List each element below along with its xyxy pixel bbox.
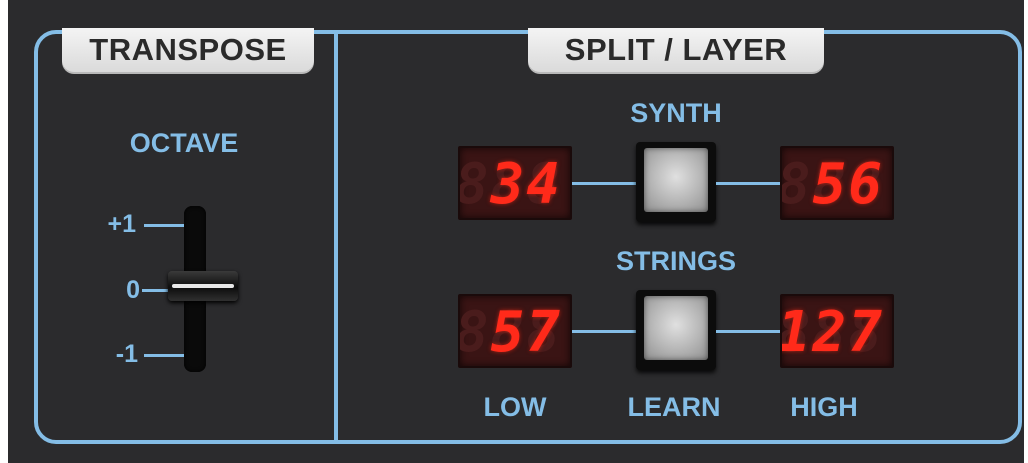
octave-label: OCTAVE	[129, 128, 239, 158]
strings-label: STRINGS	[615, 246, 737, 276]
synth-label: SYNTH	[630, 98, 722, 128]
synth-high-display[interactable]: 888 56	[780, 146, 894, 220]
synth-low-display[interactable]: 888 34	[458, 146, 572, 220]
synth-high-connector	[716, 182, 780, 185]
strings-learn-button[interactable]	[636, 290, 716, 370]
synth-learn-button-cap	[644, 148, 708, 212]
synth-low-value: 34	[490, 152, 562, 217]
strings-high-connector	[716, 330, 780, 333]
strings-learn-button-cap	[644, 296, 708, 360]
synth-high-value: 56	[812, 152, 884, 217]
split-layer-panel: TRANSPOSE SPLIT / LAYER OCTAVE +1 0 -1 S…	[8, 0, 1024, 463]
octave-slider-knob[interactable]	[168, 271, 238, 301]
octave-tick-0-label: 0	[126, 276, 140, 304]
high-column-label: HIGH	[790, 392, 858, 422]
learn-column-label: LEARN	[627, 392, 721, 422]
octave-tick-minus1	[144, 354, 184, 357]
synth-learn-button[interactable]	[636, 142, 716, 222]
strings-high-display[interactable]: 888 127	[780, 294, 894, 368]
strings-low-connector	[572, 330, 636, 333]
transpose-section-title: TRANSPOSE	[62, 28, 314, 74]
octave-tick-0	[142, 289, 168, 292]
synth-low-connector	[572, 182, 636, 185]
strings-low-display[interactable]: 888 57	[458, 294, 572, 368]
split-layer-section-title: SPLIT / LAYER	[528, 28, 824, 74]
section-divider	[334, 30, 338, 444]
octave-tick-minus1-label: -1	[115, 340, 138, 368]
low-column-label: LOW	[483, 392, 547, 422]
panel-frame	[34, 30, 1022, 444]
octave-tick-plus1	[144, 224, 184, 227]
octave-tick-plus1-label: +1	[107, 210, 136, 238]
strings-low-value: 57	[490, 300, 562, 365]
strings-high-value: 127	[780, 300, 884, 365]
